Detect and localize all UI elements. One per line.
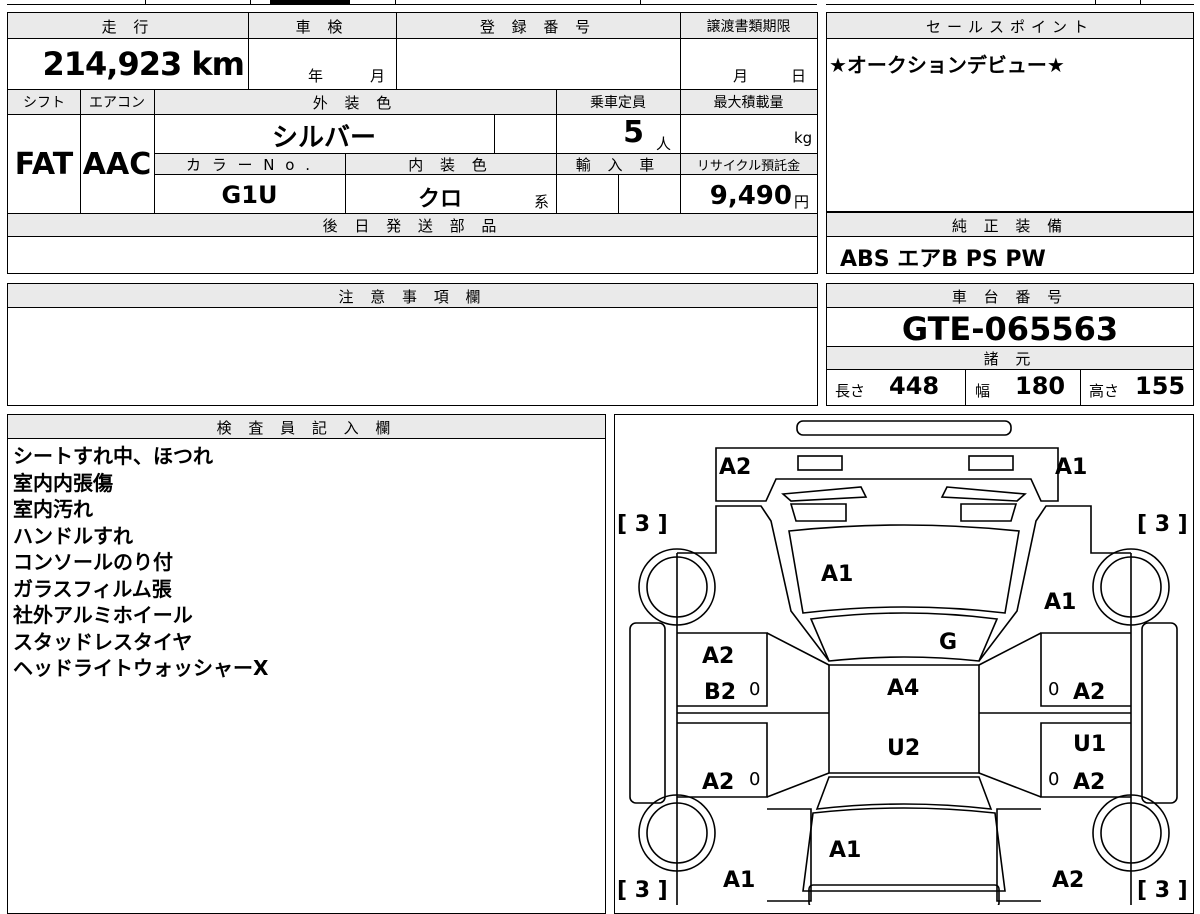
label-left-rear-fender: A1 (723, 868, 755, 893)
capacity-value: 5 (623, 115, 644, 150)
label-right-front-fender: A1 (1044, 590, 1076, 615)
label-windshield: G (939, 630, 957, 655)
maxload-unit: kg (794, 129, 813, 147)
inspector-lines: シートすれ中、ほつれ 室内内張傷 室内汚れ ハンドルすれ コンソールのり付 ガラ… (13, 443, 268, 682)
inspection-year-unit: 年 (308, 67, 324, 85)
bracket-top-left: [ 3 ] (617, 512, 668, 537)
inspector-line: 室内内張傷 (13, 470, 113, 495)
transfer-header: 譲渡書類期限 (706, 19, 791, 35)
inspector-line: ヘッドライトウォッシャーX (13, 656, 269, 680)
inspector-line: ハンドルすれ (13, 523, 133, 548)
label-left-front-door-b: B2 (704, 680, 736, 705)
height-value: 155 (1135, 372, 1186, 400)
recycle-header: リサイクル預託金 (696, 159, 801, 174)
damage-diagram-box: A2 A1 A1 A1 G A2 B2 A4 A2 U2 U1 A2 A2 A1… (614, 414, 1194, 914)
inspector-line: シートすれ中、ほつれ (13, 444, 213, 468)
ac-value: AAC (82, 147, 152, 182)
recycle-unit: 円 (794, 193, 810, 211)
interior-header: 内 装 色 (408, 156, 493, 174)
capacity-header: 乗車定員 (590, 95, 646, 111)
shift-header: シフト (23, 95, 65, 111)
zero-left-rear: 0 (749, 769, 760, 790)
inspection-month-unit: 月 (370, 67, 386, 85)
inspector-line: コンソールのり付 (13, 550, 173, 574)
shift-value: FAT (14, 147, 74, 182)
bracket-bottom-left: [ 3 ] (617, 878, 668, 903)
width-value: 180 (1015, 372, 1066, 400)
capacity-unit: 人 (656, 135, 672, 153)
ac-header: エアコン (89, 95, 145, 111)
specs-header: 諸 元 (983, 350, 1037, 368)
label-right-rear-fender: A2 (1052, 868, 1084, 893)
later-parts-header: 後 日 発 送 部 品 (322, 217, 503, 235)
chassis-box: 車 台 番 号 GTE-065563 諸 元 長さ 448 幅 180 高さ 1… (826, 283, 1194, 406)
zero-right-rear: 0 (1048, 769, 1059, 790)
label-left-front-door-a: A2 (702, 644, 734, 669)
sales-point-value: ★オークションデビュー★ (829, 53, 1065, 77)
equipment-value: ABS エアB PS PW (840, 247, 1046, 272)
interior-unit: 系 (534, 193, 550, 211)
label-right-rear-u: U1 (1073, 732, 1106, 757)
bracket-top-right: [ 3 ] (1137, 512, 1188, 537)
mileage-value: 214,923 km (42, 45, 245, 83)
inspection-header: 車 検 (295, 18, 349, 36)
inspector-box: 検 査 員 記 入 欄 シートすれ中、ほつれ 室内内張傷 室内汚れ ハンドルすれ… (7, 414, 606, 914)
label-hood: A1 (821, 562, 853, 587)
mileage-header: 走 行 (101, 18, 155, 36)
notes-box: 注 意 事 項 欄 (7, 283, 818, 406)
import-header: 輸 入 車 (575, 156, 661, 174)
width-label: 幅 (975, 382, 991, 400)
inspector-line: 室内汚れ (13, 497, 93, 521)
equipment-box: 純 正 装 備 ABS エアB PS PW (826, 212, 1194, 274)
zero-left-front: 0 (749, 679, 760, 700)
inspector-header: 検 査 員 記 入 欄 (216, 419, 397, 437)
transfer-month-unit: 月 (733, 67, 749, 85)
label-front-left: A2 (719, 455, 751, 480)
maxload-header: 最大積載量 (713, 95, 784, 111)
registration-header: 登 録 番 号 (479, 18, 597, 36)
top-fragment-row (0, 0, 1200, 6)
zero-right-front: 0 (1048, 679, 1059, 700)
exterior-value: シルバー (271, 123, 376, 153)
chassis-value: GTE-065563 (901, 310, 1119, 348)
label-roof-rear: U2 (887, 736, 920, 761)
height-label: 高さ (1089, 382, 1120, 400)
notes-header: 注 意 事 項 欄 (338, 288, 487, 306)
inspector-line: 社外アルミホイール (13, 603, 193, 627)
bracket-bottom-right: [ 3 ] (1137, 878, 1188, 903)
sales-point-header: セールスポイント (925, 18, 1094, 36)
interior-value: クロ (417, 187, 462, 212)
length-label: 長さ (835, 382, 866, 400)
transfer-day-unit: 日 (791, 67, 807, 85)
length-value: 448 (889, 372, 940, 400)
recycle-value: 9,490 (709, 181, 792, 211)
label-roof: A4 (887, 676, 919, 701)
label-right-rear-door: A2 (1073, 770, 1105, 795)
color-no-header: カ ラ ー N o . (185, 156, 313, 174)
label-front-right: A1 (1055, 455, 1087, 480)
vehicle-info-block: 走 行 車 検 登 録 番 号 譲渡書類期限 214,923 km 年 月 月 … (7, 12, 818, 274)
inspector-line: ガラスフィルム張 (13, 576, 172, 601)
equipment-header: 純 正 装 備 (951, 217, 1069, 235)
label-trunk: A1 (829, 838, 861, 863)
exterior-header: 外 装 色 (312, 94, 398, 112)
label-left-rear-door: A2 (702, 770, 734, 795)
color-no-value: G1U (221, 181, 278, 209)
sales-point-box: セールスポイント ★オークションデビュー★ (826, 12, 1194, 212)
inspector-line: スタッドレスタイヤ (13, 629, 193, 654)
label-right-front-door: A2 (1073, 680, 1105, 705)
chassis-header: 車 台 番 号 (951, 288, 1069, 306)
car-diagram: A2 A1 A1 A1 G A2 B2 A4 A2 U2 U1 A2 A2 A1… (617, 420, 1188, 905)
